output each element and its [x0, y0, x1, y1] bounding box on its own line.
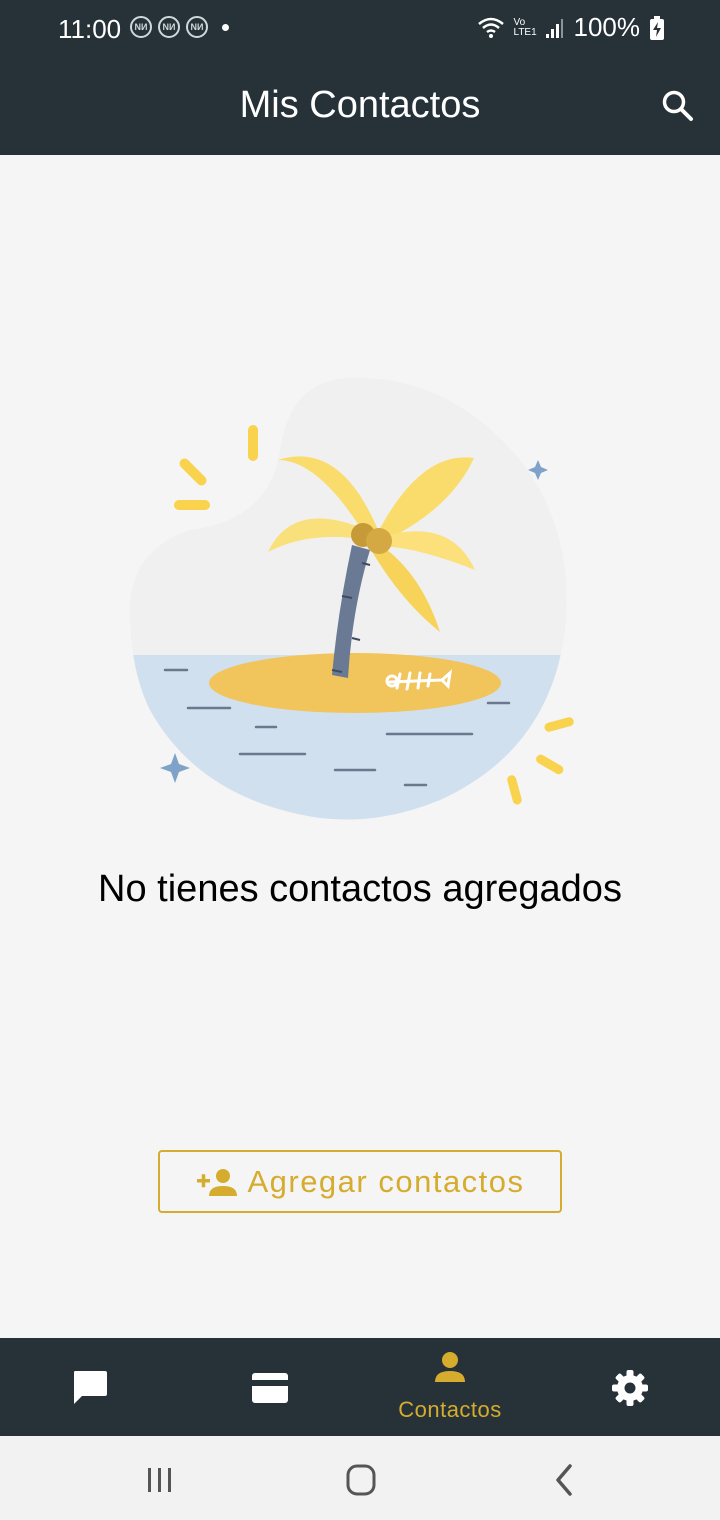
- notification-icon: NИ: [186, 16, 208, 38]
- add-contacts-label: Agregar contactos: [247, 1163, 525, 1199]
- back-button[interactable]: [534, 1460, 594, 1500]
- chat-icon: [74, 1371, 107, 1404]
- back-icon: [556, 1464, 572, 1496]
- battery-charging-icon: [650, 15, 664, 40]
- bottom-navigation: Contactos: [0, 1338, 720, 1436]
- nav-item-contacts[interactable]: Contactos: [360, 1338, 540, 1436]
- status-bar: 11:00 NИ NИ NИ Vo LTE1 100%: [0, 0, 720, 58]
- recent-apps-button[interactable]: [130, 1460, 190, 1500]
- system-navigation-bar: [0, 1436, 720, 1520]
- person-icon: [435, 1352, 465, 1382]
- notification-icon: NИ: [130, 16, 152, 38]
- nav-item-contacts-label: Contactos: [398, 1397, 502, 1422]
- card-icon: [252, 1373, 288, 1403]
- network-type: Vo LTE1: [513, 16, 537, 38]
- empty-state-message: No tienes contactos agregados: [98, 868, 622, 910]
- signal-icon: [545, 18, 563, 38]
- more-notifications-dot: [222, 23, 229, 31]
- notification-icons: NИ NИ NИ: [130, 16, 229, 38]
- desert-island-illustration: [130, 377, 574, 820]
- notification-icon: NИ: [158, 16, 180, 38]
- gear-icon: [612, 1370, 648, 1406]
- nav-item-settings[interactable]: [540, 1338, 720, 1436]
- app-bar: Mis Contactos: [0, 58, 720, 155]
- recent-apps-icon: [148, 1468, 171, 1492]
- page-title: Mis Contactos: [239, 84, 481, 126]
- search-icon: [662, 90, 693, 121]
- status-indicators: Vo LTE1 100%: [477, 12, 664, 43]
- home-icon: [346, 1464, 376, 1496]
- person-add-icon: [197, 1168, 238, 1196]
- wifi-icon: [477, 17, 504, 38]
- nav-item-cards[interactable]: [180, 1338, 360, 1436]
- status-time: 11:00: [58, 14, 122, 44]
- add-contacts-button[interactable]: Agregar contactos: [158, 1150, 562, 1213]
- search-button[interactable]: [658, 86, 698, 126]
- battery-percentage: 100%: [573, 12, 641, 42]
- home-button[interactable]: [331, 1460, 391, 1500]
- nav-item-chats[interactable]: [0, 1338, 180, 1436]
